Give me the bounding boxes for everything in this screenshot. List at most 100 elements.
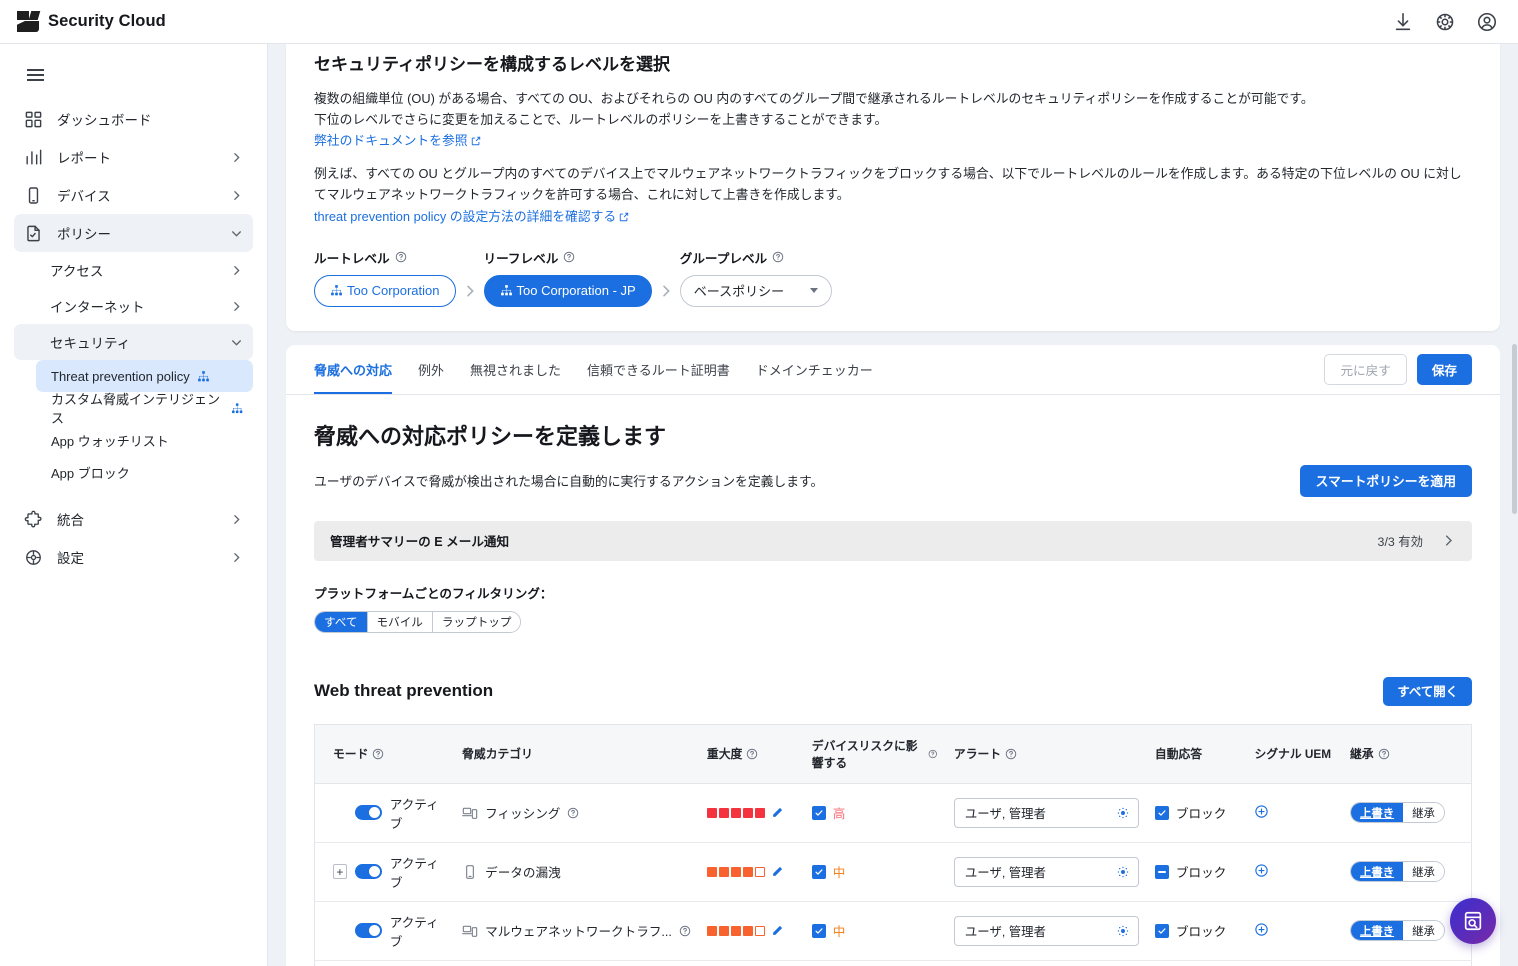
undo-button[interactable]: 元に戻す	[1324, 353, 1407, 385]
help-icon[interactable]	[395, 251, 407, 263]
severity-cell	[706, 865, 796, 878]
group-level-group: グループレベル ベースポリシー	[679, 248, 832, 307]
help-icon[interactable]	[1378, 748, 1390, 760]
pencil-icon[interactable]	[771, 806, 784, 819]
auto-response-label: ブロック	[1175, 866, 1227, 881]
hamburger-icon[interactable]	[12, 58, 58, 92]
sidebar-item-settings[interactable]: 設定	[14, 538, 253, 576]
inheritance-override-option[interactable]: 上書き	[1350, 803, 1404, 823]
security-cloud-logo-icon	[17, 11, 41, 32]
sidebar-item-policy[interactable]: ポリシー	[14, 214, 253, 252]
group-level-select[interactable]: ベースポリシー	[679, 274, 832, 307]
alert-select[interactable]: ユーザ, 管理者	[953, 797, 1139, 828]
auto-response-checkbox[interactable]	[1154, 864, 1169, 879]
assistant-fab-button[interactable]	[1450, 898, 1496, 944]
sidebar-item-threat-prevention-policy[interactable]: Threat prevention policy	[36, 360, 253, 392]
web-threat-prevention-header: Web threat prevention すべて開く	[314, 676, 1472, 706]
apply-smart-policy-button[interactable]: スマートポリシーを適用	[1299, 464, 1472, 497]
plus-circle-icon[interactable]	[1254, 804, 1269, 819]
inheritance-override-option[interactable]: 上書き	[1350, 862, 1404, 882]
sidebar-item-app-watchlist[interactable]: App ウォッチリスト	[36, 424, 253, 456]
mode-toggle[interactable]	[354, 864, 382, 880]
tab-label: 無視されました	[470, 362, 562, 378]
inheritance-inherit-option[interactable]: 継承	[1403, 862, 1444, 882]
scrollbar-thumb[interactable]	[1512, 344, 1517, 514]
leaf-level-button[interactable]: Too Corporation - JP	[483, 274, 652, 307]
root-level-button[interactable]: Too Corporation	[314, 274, 456, 307]
sidebar-item-integrations[interactable]: 統合	[14, 500, 253, 538]
auto-response-checkbox[interactable]	[1154, 923, 1169, 938]
account-icon[interactable]	[1476, 11, 1498, 33]
threat-prevention-policy-doc-link[interactable]: threat prevention policy の設定方法の詳細を確認する	[314, 209, 629, 224]
alert-value: ユーザ, 管理者	[964, 924, 1046, 939]
level-paragraph-1-line-1: 複数の組織単位 (OU) がある場合、すべての OU、およびそれらの OU 内の…	[314, 91, 1314, 106]
save-button[interactable]: 保存	[1416, 353, 1472, 385]
sidebar-item-custom-threat-intelligence[interactable]: カスタム脅威インテリジェンス	[36, 392, 253, 426]
policy-icon	[27, 225, 40, 241]
cell-signal-uem	[1246, 783, 1342, 843]
help-icon[interactable]	[567, 807, 579, 819]
gear-icon[interactable]	[1434, 11, 1456, 33]
download-icon[interactable]	[1392, 11, 1414, 33]
root-level-label-wrap: ルートレベル	[314, 248, 456, 267]
severity-block	[730, 925, 741, 936]
help-icon[interactable]	[772, 251, 784, 263]
inheritance-override-option[interactable]: 上書き	[1350, 921, 1404, 941]
help-icon[interactable]	[372, 748, 384, 760]
page-scrollbar[interactable]	[1511, 44, 1518, 966]
open-all-button[interactable]: すべて開く	[1383, 676, 1472, 706]
help-icon[interactable]	[928, 748, 938, 760]
inheritance-inherit-option[interactable]: 継承	[1403, 803, 1444, 823]
column-label: シグナル UEM	[1254, 747, 1332, 762]
alert-select[interactable]: ユーザ, 管理者	[953, 915, 1139, 946]
gear-icon[interactable]	[1116, 924, 1130, 938]
sidebar-leaf-label: Threat prevention policy	[51, 368, 190, 384]
sidebar-item-reports[interactable]: レポート	[14, 138, 253, 176]
tab-threat-response[interactable]: 脅威への対応	[314, 344, 393, 395]
table-row: アクティブ マルウェアネットワークトラフ... 中 ユーザ, 管理者 ブロック 上書き 継承	[314, 901, 1472, 961]
brand-logo[interactable]: Security Cloud	[0, 11, 166, 32]
sidebar-item-app-block[interactable]: App ブロック	[36, 456, 253, 488]
mode-cell: + アクティブ	[333, 853, 446, 891]
device-risk-checkbox[interactable]	[811, 805, 826, 820]
help-icon[interactable]	[746, 748, 758, 760]
sidebar-subitem-access[interactable]: アクセス	[14, 252, 253, 288]
platform-filter-all[interactable]: すべて	[315, 611, 368, 632]
mode-toggle[interactable]	[354, 923, 382, 939]
inheritance-inherit-option[interactable]: 継承	[1403, 921, 1444, 941]
gear-icon[interactable]	[1116, 865, 1130, 879]
auto-response-checkbox[interactable]	[1154, 805, 1169, 820]
mode-label: アクティブ	[389, 915, 439, 949]
help-icon[interactable]	[1005, 748, 1017, 760]
column-label: デバイスリスクに影響する	[811, 738, 918, 770]
tab-trusted-root-certificates[interactable]: 信頼できるルート証明書	[587, 344, 730, 394]
alert-select[interactable]: ユーザ, 管理者	[953, 856, 1139, 887]
help-icon[interactable]	[563, 251, 575, 263]
mode-toggle[interactable]	[354, 805, 382, 821]
tab-ignored[interactable]: 無視されました	[470, 344, 561, 394]
platform-filter-mobile[interactable]: モバイル	[367, 611, 433, 632]
sidebar-item-devices[interactable]: デバイス	[14, 176, 253, 214]
sidebar-subitem-internet[interactable]: インターネット	[14, 288, 253, 324]
documentation-link[interactable]: 弊社のドキュメントを参照	[314, 133, 481, 148]
sidebar-subitem-security[interactable]: セキュリティ	[14, 324, 253, 360]
pencil-icon[interactable]	[771, 865, 784, 878]
gear-icon[interactable]	[1116, 806, 1130, 820]
plus-circle-icon[interactable]	[1254, 863, 1269, 878]
help-icon[interactable]	[679, 925, 691, 937]
inheritance-segmented: 上書き 継承	[1349, 861, 1445, 883]
sidebar-item-dashboard[interactable]: ダッシュボード	[14, 100, 253, 138]
plus-circle-icon[interactable]	[1254, 922, 1269, 937]
column-label: アラート	[953, 747, 1002, 762]
admin-summary-email-row[interactable]: 管理者サマリーの E メール通知 3/3 有効	[314, 520, 1472, 561]
device-risk-checkbox[interactable]	[811, 864, 826, 879]
tab-domain-checker[interactable]: ドメインチェッカー	[756, 344, 873, 394]
platform-filter-laptop[interactable]: ラップトップ	[432, 611, 521, 632]
device-risk-checkbox[interactable]	[811, 923, 826, 938]
cell-signal-uem	[1246, 960, 1342, 966]
tab-exceptions[interactable]: 例外	[418, 344, 444, 394]
pencil-icon[interactable]	[771, 924, 784, 937]
cell-device-risk: 高	[803, 783, 946, 843]
expand-row-button[interactable]: +	[333, 864, 347, 880]
column-header-threat-category: 脅威カテゴリ	[454, 724, 699, 784]
